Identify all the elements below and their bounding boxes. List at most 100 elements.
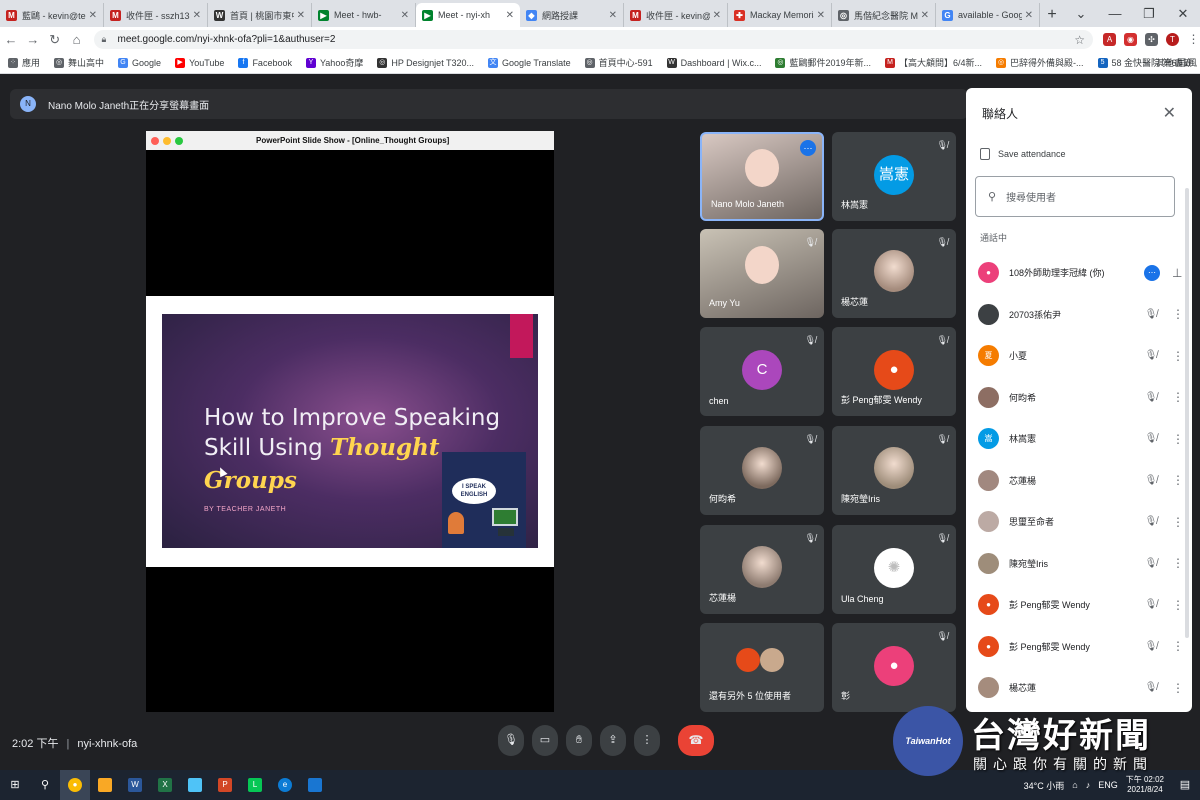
pin-icon[interactable]: ⊥ [1172, 266, 1182, 280]
mic-off-icon[interactable]: 🎙︎̸ [1142, 558, 1160, 569]
present-button[interactable]: ⇪ [600, 725, 626, 756]
back-icon[interactable]: ← [0, 32, 22, 47]
close-tab-icon[interactable]: ✕ [1025, 10, 1033, 21]
participant-tile[interactable]: 🎙︎̸ 芯蓮楊 [700, 525, 824, 614]
profile-avatar[interactable]: T [1165, 33, 1179, 46]
participant-list-item[interactable]: 夏小夏 🎙︎̸ ⋮ [966, 335, 1192, 377]
word-icon[interactable]: W [120, 770, 150, 800]
file-explorer-icon[interactable] [90, 770, 120, 800]
chrome-menu-icon[interactable]: ⋮ [1187, 33, 1200, 46]
mic-off-icon[interactable]: 🎙︎̸ [1142, 433, 1160, 444]
camera-button[interactable]: ▭ [532, 725, 558, 756]
participant-tile[interactable]: ● 🎙︎̸ 彰 [832, 623, 956, 712]
volume-icon[interactable]: ♪ [1086, 780, 1091, 790]
mic-off-icon[interactable]: 🎙︎̸ [1142, 516, 1160, 527]
bookmark-5[interactable]: Y Yahoo奇摩 [305, 56, 363, 69]
excel-icon[interactable]: X [150, 770, 180, 800]
more-options-icon[interactable]: ⋮ [1172, 349, 1184, 363]
pdf-extension-icon[interactable]: A [1102, 33, 1116, 46]
bookmark-10[interactable]: ◎ 藍鷗郵件2019年新... [775, 56, 871, 69]
bookmark-7[interactable]: 文 Google Translate [488, 57, 571, 68]
close-window-button[interactable]: ✕ [1166, 0, 1200, 27]
more-options-button[interactable]: ⋮ [634, 725, 660, 756]
forward-icon[interactable]: → [22, 32, 44, 47]
tab-search-icon[interactable]: ⌄ [1064, 0, 1098, 27]
close-tab-icon[interactable]: ✕ [193, 10, 201, 21]
participant-list-item[interactable]: 20703孫佑尹 🎙︎̸ ⋮ [966, 294, 1192, 336]
more-options-icon[interactable]: ⋮ [1172, 598, 1184, 612]
bookmark-9[interactable]: W Dashboard | Wix.c... [666, 57, 761, 68]
mic-off-icon[interactable]: 🎙︎̸ [1142, 392, 1160, 403]
lock-icon[interactable]: 🔒︎ [102, 34, 112, 45]
tab-9[interactable]: Gavailable - Googl ✕ [936, 3, 1040, 27]
raise-hand-button[interactable]: ✋︎ [566, 725, 592, 756]
bookmark-0[interactable]: ⁘ 應用 [8, 56, 40, 69]
more-options-icon[interactable]: ⋮ [1172, 432, 1184, 446]
tab-6[interactable]: M 收件匣 - kevin@te✕ [624, 3, 728, 27]
participant-list-item[interactable]: 何昀希 🎙︎̸ ⋮ [966, 377, 1192, 419]
bookmark-star-icon[interactable]: ☆ [1074, 33, 1085, 47]
search-taskbar-icon[interactable]: ⚲ [30, 770, 60, 800]
chrome-taskbar-icon[interactable]: ● [60, 770, 90, 800]
close-tab-icon[interactable]: ✕ [297, 10, 305, 21]
participant-list-item[interactable]: 嵩林嵩憲 🎙︎̸ ⋮ [966, 418, 1192, 460]
edge-icon[interactable]: e [270, 770, 300, 800]
participant-tile[interactable]: 還有另外 5 位使用者 [700, 623, 824, 712]
close-tab-icon[interactable]: ✕ [89, 10, 97, 21]
close-tab-icon[interactable]: ✕ [401, 10, 409, 21]
tab-3[interactable]: ▶ Meet - hwb- ✕ [312, 3, 416, 27]
participant-tile[interactable]: 🎙︎̸ 陳宛瑩Iris [832, 426, 956, 515]
participant-tile[interactable]: C 🎙︎̸ chen [700, 327, 824, 416]
tab-0[interactable]: M 藍鷗 - kevin@tea ✕ [0, 3, 104, 27]
close-tab-icon[interactable]: ✕ [921, 10, 929, 21]
participant-list-item[interactable]: 陳宛瑩Iris 🎙︎̸ ⋮ [966, 543, 1192, 585]
input-language[interactable]: ENG [1098, 780, 1118, 790]
extension-icon[interactable]: ◉ [1123, 33, 1137, 46]
participant-list-item[interactable]: 芯蓮楊 🎙︎̸ ⋮ [966, 460, 1192, 502]
new-tab-button[interactable]: + [1040, 3, 1064, 27]
more-options-icon[interactable]: ⋮ [1172, 515, 1184, 529]
microphone-button[interactable]: 🎙︎ [498, 725, 524, 756]
app2-icon[interactable] [300, 770, 330, 800]
participant-tile[interactable]: ⋯ Nano Molo Janeth [700, 132, 824, 221]
bookmark-2[interactable]: G Google [118, 57, 161, 68]
address-bar[interactable]: 🔒︎ meet.google.com/nyi-xhnk-ofa?pli=1&au… [93, 30, 1093, 49]
scrollbar[interactable] [1185, 188, 1189, 638]
windows-start-icon[interactable]: ⊞ [0, 770, 30, 800]
mic-off-icon[interactable]: 🎙︎̸ [1142, 475, 1160, 486]
extensions-puzzle-icon[interactable]: ✣ [1144, 33, 1158, 46]
tab-8[interactable]: ◎ 馬偕紀念醫院 Mac✕ [832, 3, 936, 27]
restore-button[interactable]: ❐ [1132, 0, 1166, 27]
bookmark-8[interactable]: ◎ 首頁中心-591 [584, 56, 653, 69]
more-options-icon[interactable]: ⋮ [1172, 681, 1184, 695]
more-icon[interactable]: ⋯ [800, 140, 816, 156]
more-options-icon[interactable]: ⋮ [1172, 473, 1184, 487]
more-options-icon[interactable]: ⋮ [1172, 307, 1184, 321]
app-icon[interactable] [180, 770, 210, 800]
mic-off-icon[interactable]: 🎙︎̸ [1142, 309, 1160, 320]
reload-icon[interactable]: ↻ [44, 32, 66, 48]
bookmark-3[interactable]: ▶ YouTube [175, 57, 224, 68]
participant-tile[interactable]: 🎙︎̸ 何昀希 [700, 426, 824, 515]
bookmark-4[interactable]: f Facebook [238, 57, 292, 68]
more-options-icon[interactable]: ⋮ [1172, 639, 1184, 653]
participant-tile[interactable]: 🎙︎̸ Amy Yu [700, 229, 824, 318]
participant-list-item[interactable]: ● 彭 Peng郁雯 Wendy 🎙︎̸ ⋮ [966, 584, 1192, 626]
search-input[interactable]: ⚲ 搜尋使用者 [975, 176, 1175, 217]
participant-list-item[interactable]: ● 彭 Peng郁雯 Wendy 🎙︎̸ ⋮ [966, 626, 1192, 668]
mic-off-icon[interactable]: 🎙︎̸ [1142, 682, 1160, 693]
participant-tile[interactable]: ● 🎙︎̸ 彭 Peng郁雯 Wendy [832, 327, 956, 416]
hangup-button[interactable]: ☎ [678, 725, 714, 756]
mic-off-icon[interactable]: 🎙︎̸ [1142, 599, 1160, 610]
close-tab-icon[interactable]: ✕ [609, 10, 617, 21]
bookmark-6[interactable]: ◎ HP Designjet T320... [377, 57, 474, 68]
weather-text[interactable]: 34°C 小雨 [1024, 779, 1065, 792]
tab-5[interactable]: ◆ 網路授課 ✕ [520, 3, 624, 27]
participant-list-item[interactable]: ● 108外師助理李冠緯 (你) ⋯ ⊥ [966, 252, 1192, 294]
other-bookmarks[interactable]: » 其他書籤 [1145, 56, 1192, 69]
tab-4[interactable]: ▶ Meet - nyi-xh ✕ [416, 3, 520, 27]
participant-tile[interactable]: 🎙︎̸ 楊芯蓮 [832, 229, 956, 318]
network-icon[interactable]: ⌂ [1072, 780, 1077, 790]
tab-7[interactable]: ✚ Mackay Memorial ✕ [728, 3, 832, 27]
participant-tile[interactable]: 嵩憲 🎙︎̸ 林嵩憲 [832, 132, 956, 221]
